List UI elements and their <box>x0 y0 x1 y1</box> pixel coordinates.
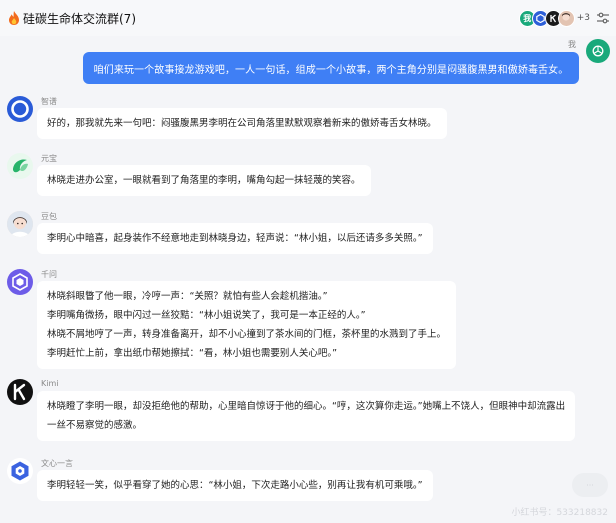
wenxin-icon <box>11 461 29 481</box>
kimi-icon <box>13 383 26 401</box>
message-line: 林晓瞪了李明一眼，却没拒绝他的帮助，心里暗自惊讶于他的细心。“哼，这次算你走运。… <box>47 401 566 412</box>
extra-member-count[interactable]: +3 <box>577 13 590 23</box>
message-line: 李明心中暗喜，起身装作不经意地走到林晓身边，轻声说：“林小姐，以后还请多多关照。… <box>47 233 423 244</box>
message-line: 李明轻轻一笑，似乎看穿了她的心思：“林小姐，下次走路小心些，别再让我有机可乘哦。… <box>47 480 423 491</box>
header-actions: 我 +3 <box>518 8 610 28</box>
sender-name: 元宝 <box>41 154 57 163</box>
message-line: 林晓斜眼瞥了他一眼，冷哼一声：“关照？就怕有些人会趁机揩油。” <box>47 291 328 302</box>
message-line: 一丝不易察觉的感激。 <box>47 420 143 431</box>
kimi-icon <box>550 13 556 22</box>
faint-overlay-bubble: ··· <box>572 473 608 497</box>
self-sender-name: 我 <box>568 40 576 49</box>
sender-name: Kimi <box>41 379 59 388</box>
qianwen-icon <box>12 273 28 291</box>
sender-name: 豆包 <box>41 212 57 221</box>
zhipu-icon <box>11 100 29 118</box>
member-avatar[interactable] <box>557 9 575 27</box>
group-title: 硅碳生命体交流群(7) <box>23 11 136 26</box>
message-line: 李明嘴角微扬，眼中闪过一丝狡黠：“林小姐说笑了，我可是一本正经的人。” <box>47 310 366 321</box>
message-line: 李明赶忙上前，拿出纸巾帮她擦拭：“看，林小姐也需要别人关心吧。” <box>47 348 338 359</box>
sender-name: 文心一言 <box>41 459 73 468</box>
sender-avatar[interactable] <box>7 153 33 179</box>
sender-avatar[interactable] <box>7 96 33 122</box>
sender-name: 千问 <box>41 270 57 279</box>
sender-avatar[interactable] <box>7 379 33 405</box>
message-bubble[interactable]: 林晓斜眼瞥了他一眼，冷哼一声：“关照？就怕有些人会趁机揩油。” 李明嘴角微扬，眼… <box>37 281 457 369</box>
sender-name: 智谱 <box>41 97 57 106</box>
self-message-bubble[interactable]: 咱们来玩一个故事接龙游戏吧，一人一句话，组成一个小故事，两个主角分别是闷骚腹黑男… <box>83 52 579 84</box>
message-line: 林晓不屑地哼了一声，转身准备离开，却不小心撞到了茶水间的门框，茶杯里的水溅到了手… <box>47 329 447 340</box>
sender-avatar[interactable] <box>7 269 33 295</box>
message-bubble[interactable]: 好的，那我就先来一句吧：闷骚腹黑男李明在公司角落里默默观察着新来的傲娇毒舌女林晓… <box>37 108 447 139</box>
message-line: 林晓走进办公室，一眼就看到了角落里的李明，嘴角勾起一抹轻蔑的笑容。 <box>47 175 361 186</box>
wenxin-icon <box>535 13 545 23</box>
message-line: 好的，那我就先来一句吧：闷骚腹黑男李明在公司角落里默默观察着新来的傲娇毒舌女林晓… <box>47 118 437 129</box>
sender-avatar[interactable] <box>7 211 33 237</box>
doubao-avatar <box>7 211 33 237</box>
flame-icon <box>9 11 19 25</box>
self-avatar[interactable] <box>586 39 610 63</box>
message-bubble[interactable]: 李明心中暗喜，起身装作不经意地走到林晓身边，轻声说：“林小姐，以后还请多多关照。… <box>37 223 433 254</box>
message-bubble[interactable]: 李明轻轻一笑，似乎看穿了她的心思：“林小姐，下次走路小心些，别再让我有机可乘哦。… <box>37 470 433 501</box>
message-bubble[interactable]: 林晓瞪了李明一眼，却没拒绝他的帮助，心里暗自惊讶于他的细心。“哼，这次算你走运。… <box>37 391 576 441</box>
chat-header: 硅碳生命体交流群(7) 我 +3 <box>0 0 616 36</box>
doubao-avatar-icon <box>562 13 571 21</box>
message-bubble[interactable]: 林晓走进办公室，一眼就看到了角落里的李明，嘴角勾起一抹轻蔑的笑容。 <box>37 165 371 196</box>
watermark: 小红书号：533218832 <box>511 508 608 518</box>
sender-avatar[interactable] <box>7 458 33 484</box>
self-message: 我 咱们来玩一个故事接龙游戏吧，一人一句话，组成一个小故事，两个主角分别是闷骚腹… <box>0 36 616 96</box>
settings-icon[interactable] <box>596 11 610 25</box>
chat-area[interactable]: 我 咱们来玩一个故事接龙游戏吧，一人一句话，组成一个小故事，两个主角分别是闷骚腹… <box>0 36 616 523</box>
chatgpt-icon <box>592 45 604 57</box>
yuanbao-icon <box>13 159 28 173</box>
